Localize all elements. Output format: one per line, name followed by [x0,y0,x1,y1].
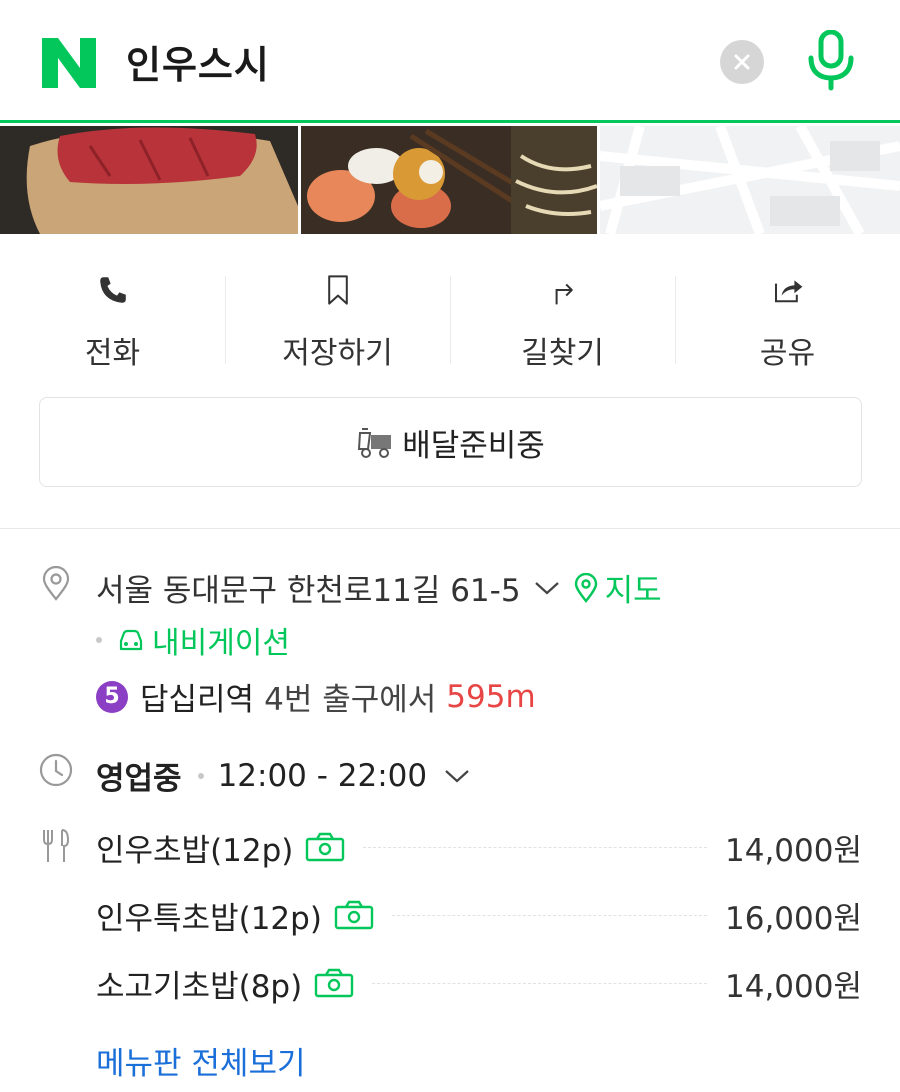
directions-label: 길찾기 [521,336,604,371]
call-button[interactable]: 전화 [0,262,225,372]
address-row: 서울 동대문구 한천로11길 61-5 지도 [96,565,662,610]
clock-icon [39,753,73,787]
phone-icon [99,277,126,303]
photo-sushi-platter[interactable] [301,126,597,234]
address-text[interactable]: 서울 동대문구 한천로11길 61-5 [96,565,521,610]
map-link[interactable]: 지도 [605,565,662,610]
photo-strip [0,126,900,234]
subway-line-badge: 5 [96,680,128,713]
menu-item-price: 14,000원 [725,832,862,869]
menu-item-name: 인우초밥(12p) [96,832,294,869]
location-pin-icon [42,566,70,601]
business-hours[interactable]: 영업중 12:00 - 22:00 [96,753,471,798]
navigation-label: 내비게이션 [152,626,290,661]
open-status: 영업중 [96,761,182,797]
navigation-link[interactable]: 내비게이션 [96,618,290,662]
delivery-button[interactable]: 배달준비중 [39,397,862,487]
menu-item[interactable]: 인우특초밥(12p) 16,000원 [96,893,862,937]
search-bar: 인우스시 [0,0,900,123]
camera-icon[interactable] [305,832,345,862]
save-button[interactable]: 저장하기 [225,262,450,372]
menu-item-price: 16,000원 [725,900,862,937]
camera-icon[interactable] [334,900,374,930]
bullet-dot [96,637,102,643]
subway-exit: 4번 출구에서 [264,682,437,718]
menu-item-price: 14,000원 [725,968,862,1005]
chevron-down-icon[interactable] [443,766,471,786]
camera-icon[interactable] [314,968,354,998]
utensils-icon [43,829,70,862]
section-divider [0,528,900,529]
view-full-menu-link[interactable]: 메뉴판 전체보기 [96,1038,306,1083]
delivery-truck-icon [358,428,392,458]
microphone-icon[interactable] [806,30,856,92]
car-icon [119,629,143,651]
separator-dot [197,772,204,779]
menu-item-name: 인우특초밥(12p) [96,900,322,937]
menu-item-name: 소고기초밥(8p) [96,968,303,1005]
directions-button[interactable]: 길찾기 [450,262,675,372]
subway-station: 답십리역 [140,682,255,718]
subway-info: 5 답십리역 4번 출구에서 595m [96,674,536,719]
action-bar: 전화 저장하기 길찾기 공유 [0,262,900,372]
photo-map-thumbnail[interactable] [600,126,900,234]
save-label: 저장하기 [282,336,393,371]
dotted-leader [391,914,707,916]
dotted-leader [363,846,707,848]
photo-tuna-sushi[interactable] [0,126,298,234]
search-query[interactable]: 인우스시 [126,34,270,89]
call-label: 전화 [84,336,141,371]
subway-distance: 595m [446,678,536,715]
naver-n-logo[interactable] [42,38,96,88]
chevron-down-icon[interactable] [533,578,561,598]
menu-item[interactable]: 소고기초밥(8p) 14,000원 [96,961,862,1005]
map-pin-icon [574,572,597,603]
share-button[interactable]: 공유 [675,262,900,372]
dotted-leader [372,982,707,984]
delivery-label: 배달준비중 [402,427,545,464]
clear-icon[interactable] [720,40,764,84]
hours-time: 12:00 - 22:00 [217,757,428,794]
directions-icon [555,283,573,305]
bookmark-icon [327,275,348,305]
share-icon [774,280,802,303]
menu-item[interactable]: 인우초밥(12p) 14,000원 [96,825,862,869]
share-label: 공유 [759,336,816,371]
